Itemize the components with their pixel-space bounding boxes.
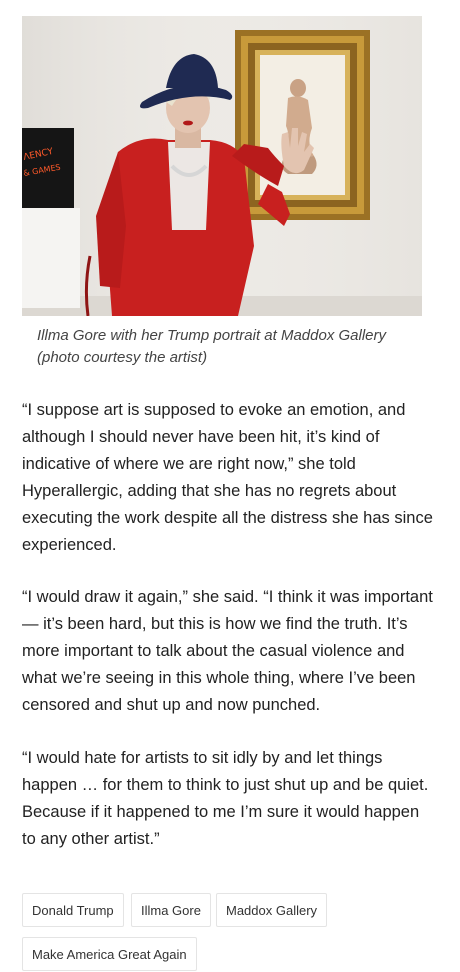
article-paragraph: “I would hate for artists to sit idly by… [22,745,447,853]
neon-sign: ΛENCY & GAMES [22,128,80,308]
framed-portrait [235,30,370,220]
paragraph-line: “I would hate for artists to sit idly by… [22,749,383,767]
article-paragraph: “I suppose art is supposed to evoke an e… [22,397,447,559]
photo-caption: Illma Gore with her Trump portrait at Ma… [37,325,437,369]
tag-illma-gore[interactable]: Illma Gore [131,893,211,927]
paragraph-line: — it’s been hard, but this is how we fin… [22,615,408,633]
paragraph-line: indicative of where we are right now,” s… [22,455,356,473]
caption-line: Illma Gore with her Trump portrait at Ma… [37,327,387,344]
paragraph-line: Hyperallergic, adding that she has no re… [22,482,397,500]
paragraph-line: experienced. [22,536,117,554]
paragraph-line: “I would draw it again,” she said. “I th… [22,588,433,606]
paragraph-line: happen … for them to think to just shut … [22,776,429,794]
paragraph-line: although I should never have been hit, i… [22,428,380,446]
tag-make-america-great-again[interactable]: Make America Great Again [22,937,197,971]
tag-donald-trump[interactable]: Donald Trump [22,893,124,927]
article-photo: ΛENCY & GAMES [22,16,422,316]
paragraph-line: what we’re seeing in this whole thing, w… [22,669,416,687]
paragraph-line: executing the work despite all the distr… [22,509,433,527]
paragraph-line: more important to talk about the casual … [22,642,405,660]
paragraph-line: “I suppose art is supposed to evoke an e… [22,401,406,419]
paragraph-line: censored and shut up and now punched. [22,696,321,714]
caption-line: (photo courtesy the artist) [37,349,208,366]
paragraph-line: Because if it happened to me I’m sure it… [22,803,420,821]
photo-illustration: ΛENCY & GAMES [22,16,422,316]
article-paragraph: “I would draw it again,” she said. “I th… [22,584,447,719]
tag-maddox-gallery[interactable]: Maddox Gallery [216,893,328,927]
paragraph-line: to any other artist.” [22,830,160,848]
